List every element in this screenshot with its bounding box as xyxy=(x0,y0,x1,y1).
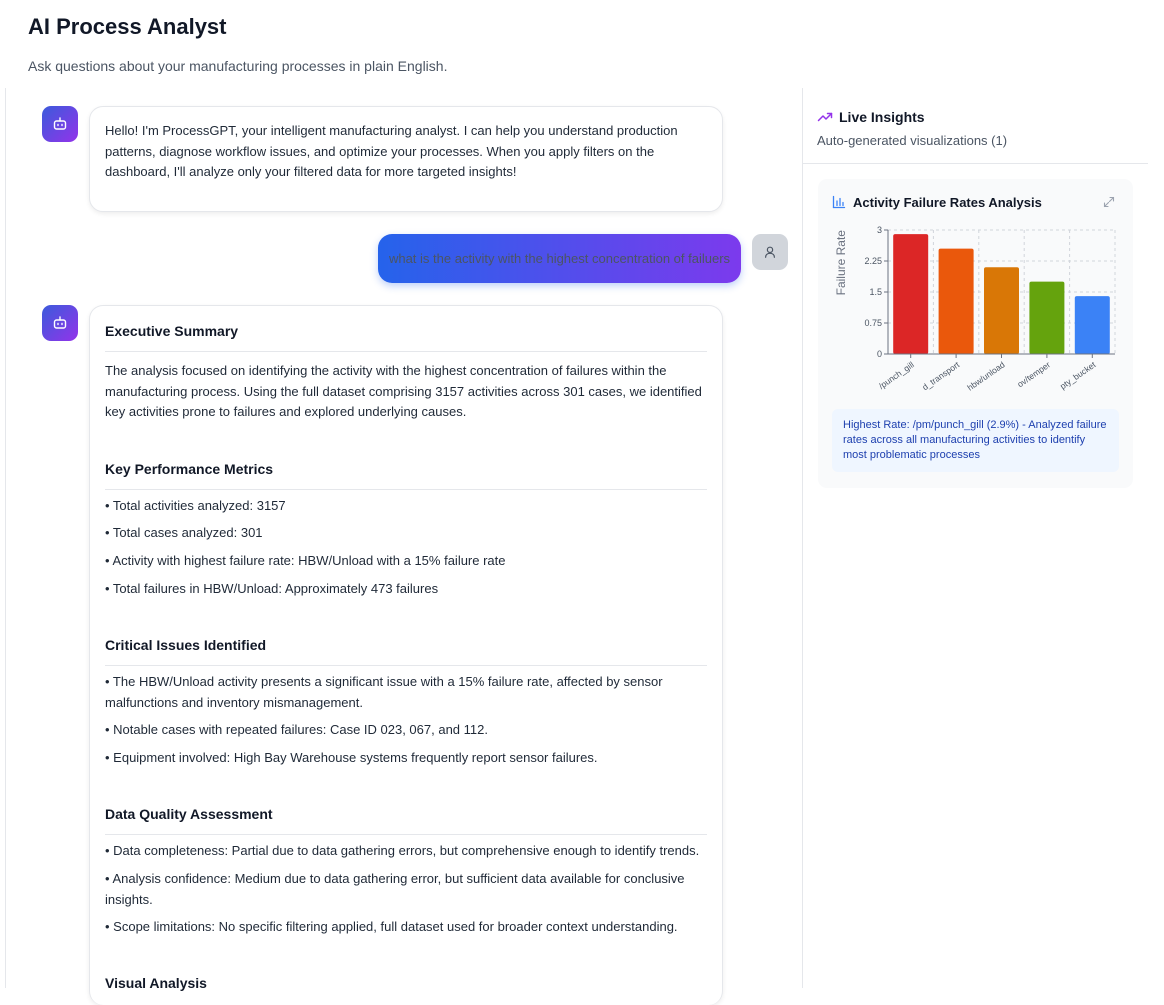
chart-bar xyxy=(1074,296,1110,354)
list-item: • Equipment involved: High Bay Warehouse… xyxy=(105,750,598,765)
chart-bars xyxy=(893,234,1110,354)
page-subtitle: Ask questions about your manufacturing p… xyxy=(28,58,448,74)
section-title: Key Performance Metrics xyxy=(105,461,274,477)
section-key-metrics: Key Performance Metrics xyxy=(105,461,707,490)
list-item: • Scope limitations: No specific filteri… xyxy=(105,919,678,934)
list-item: • Analysis confidence: Medium due to dat… xyxy=(105,871,685,907)
list-item: • Notable cases with repeated failures: … xyxy=(105,722,488,737)
section-rule xyxy=(105,665,707,666)
section-critical-issues: Critical Issues Identified xyxy=(105,637,707,666)
chart-bar xyxy=(1029,281,1065,354)
bar-chart: 0 0.75 1.5 2.25 3 /punch_gill d_transport hbw/… xyxy=(834,225,1116,393)
user-avatar xyxy=(752,234,788,270)
expand-icon[interactable] xyxy=(1103,196,1115,208)
chart-y-ticks: 0 0.75 1.5 2.25 3 xyxy=(864,225,888,359)
insights-rule xyxy=(803,163,1148,164)
assistant-avatar xyxy=(42,305,78,341)
left-border xyxy=(5,88,6,988)
list-item: • The HBW/Unload activity presents a sig… xyxy=(105,674,663,710)
y-axis-label: Failure Rate xyxy=(834,230,848,296)
list-item: • Activity with highest failure rate: HB… xyxy=(105,553,506,568)
chart-bar xyxy=(984,267,1019,354)
user-message: what is the activity with the highest co… xyxy=(378,234,741,283)
section-rule xyxy=(105,834,707,835)
section-title: Data Quality Assessment xyxy=(105,806,273,822)
x-tick-label: pty_bucket xyxy=(1058,359,1098,391)
insight-card: Activity Failure Rates Analysis 0 0.75 1.5… xyxy=(818,179,1133,488)
list-item: • Data completeness: Partial due to data… xyxy=(105,843,700,858)
x-tick-label: /punch_gill xyxy=(877,359,916,391)
insights-title: Live Insights xyxy=(839,109,925,125)
section-title: Executive Summary xyxy=(105,323,239,339)
y-tick-label: 3 xyxy=(877,225,882,235)
insights-subtitle: Auto-generated visualizations (1) xyxy=(817,133,1008,148)
y-tick-label: 1.5 xyxy=(869,287,882,297)
executive-summary-text: The analysis focused on identifying the … xyxy=(105,363,702,419)
x-tick-label: ov/temper xyxy=(1015,359,1052,389)
section-rule xyxy=(105,489,707,490)
assistant-message-welcome: Hello! I'm ProcessGPT, your intelligent … xyxy=(89,106,723,212)
list-item: • Total cases analyzed: 301 xyxy=(105,525,263,540)
chart-bar xyxy=(938,248,974,354)
insight-note: Highest Rate: /pm/punch_gill (2.9%) - An… xyxy=(832,409,1119,472)
trending-up-icon xyxy=(817,112,833,122)
y-tick-label: 0.75 xyxy=(864,318,882,328)
chart-x-ticks: /punch_gill d_transport hbw/unload ov/tempe… xyxy=(877,354,1098,393)
page-title: AI Process Analyst xyxy=(28,14,227,39)
bot-icon xyxy=(53,117,67,130)
section-data-quality: Data Quality Assessment xyxy=(105,806,707,835)
section-visual-analysis: Visual Analysis xyxy=(105,975,707,995)
user-message-text: what is the activity with the highest co… xyxy=(388,251,731,266)
section-title: Visual Analysis xyxy=(105,975,207,991)
assistant-message-response: Executive Summary The analysis focused o… xyxy=(89,305,723,1005)
x-tick-label: hbw/unload xyxy=(965,359,1007,392)
chart-title: Activity Failure Rates Analysis xyxy=(853,195,1042,210)
section-executive-summary: Executive Summary xyxy=(105,323,707,352)
section-title: Critical Issues Identified xyxy=(105,637,267,653)
assistant-avatar xyxy=(42,106,78,142)
panel-divider xyxy=(802,88,803,988)
x-tick-label: d_transport xyxy=(920,359,961,392)
bot-icon xyxy=(53,316,67,329)
welcome-text: Hello! I'm ProcessGPT, your intelligent … xyxy=(105,123,678,179)
chart-bar xyxy=(893,234,929,354)
section-rule xyxy=(105,351,707,352)
y-tick-label: 2.25 xyxy=(864,256,882,266)
user-icon xyxy=(765,246,775,258)
list-item: • Total failures in HBW/Unload: Approxim… xyxy=(105,581,439,596)
list-item: • Total activities analyzed: 3157 xyxy=(105,498,286,513)
y-tick-label: 0 xyxy=(877,349,882,359)
bar-chart-icon xyxy=(832,195,846,209)
